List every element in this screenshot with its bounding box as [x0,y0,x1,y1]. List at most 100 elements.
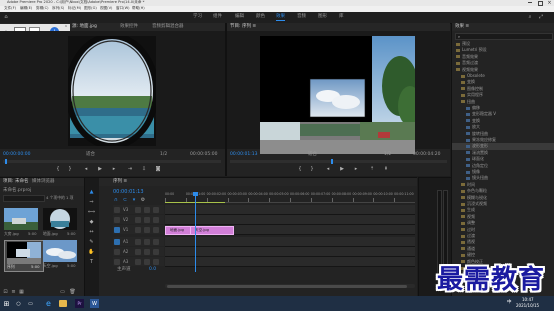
program-step-back-icon[interactable]: ◂ [325,166,331,172]
track-header[interactable]: A3 [113,257,164,266]
menu-edit[interactable]: 编辑(E) [20,6,32,11]
pen-icon[interactable]: ✎ [88,238,95,245]
track-target-toggle[interactable] [114,226,120,233]
track-header[interactable]: A2 [113,247,164,256]
timeline-clip[interactable]: 天空.jpg [190,226,234,235]
program-play-icon[interactable]: ▶ [339,166,345,172]
program-mark-in-icon[interactable]: { [297,166,303,172]
sync-icon[interactable] [144,216,150,223]
menu-clip[interactable]: 剪辑(C) [36,6,49,11]
lock-icon[interactable] [135,216,141,223]
workspace-tab-color[interactable]: 颜色 [256,14,265,20]
mark-in-icon[interactable]: { [55,166,61,172]
program-playhead[interactable] [331,159,333,164]
source-ratio-select[interactable]: 1/2 [160,152,167,158]
mute-icon[interactable] [144,258,150,265]
track-lane[interactable] [165,237,415,247]
program-ratio-select[interactable]: 1/2 [384,152,391,158]
timeline-clip[interactable]: 地面.jpg [165,226,192,235]
source-timecode-left[interactable]: 00:00:00:00 [3,152,30,158]
program-timecode-left[interactable]: 00:00:01:13 [230,152,257,158]
timeline-playhead[interactable] [195,192,196,272]
tab-media-browser[interactable]: 媒体浏览器 [32,179,55,185]
ime-indicator[interactable]: 中 [507,300,512,306]
menu-sequence[interactable]: 序列(S) [52,6,64,11]
list-view-icon[interactable]: ≡ [11,289,16,295]
project-item[interactable]: 地面.jpg 5:00 [43,208,77,238]
workspace-tab-libraries[interactable]: 库 [339,14,344,20]
track-header[interactable]: A1 [113,237,164,246]
source-scrubber[interactable] [3,160,221,163]
mark-out-icon[interactable]: } [67,166,73,172]
sync-icon[interactable] [144,206,150,213]
lock-icon[interactable] [135,258,141,265]
lock-icon[interactable] [135,238,141,245]
project-item[interactable]: 大房.jpg 5:00 [4,208,38,238]
program-fit-select[interactable]: 适合 [308,152,317,158]
timeline-scroll-thumb[interactable] [167,284,407,288]
track-header[interactable]: V3 [113,205,164,214]
track-target-toggle[interactable] [114,206,120,213]
insert-icon[interactable]: ⇥ [127,166,133,172]
workspace-tab-assembly[interactable]: 组件 [213,14,222,20]
track-lane[interactable] [165,205,415,215]
premiere-icon[interactable]: Pr [75,299,84,308]
lock-icon[interactable]: ⊡ [3,289,8,295]
program-scrubber[interactable] [230,160,447,163]
mute-icon[interactable] [144,248,150,255]
clock-time[interactable]: 10:47 [522,298,534,302]
track-target-toggle[interactable] [114,216,120,223]
slip-icon[interactable]: ↔ [88,228,95,235]
menu-file[interactable]: 文件(F) [4,6,16,11]
type-icon[interactable]: T [88,258,95,265]
timeline-settings-icon[interactable]: ⚙ [140,197,146,203]
mute-icon[interactable] [144,238,150,245]
menu-view[interactable]: 视图(V) [100,6,112,11]
overwrite-icon[interactable]: ⇩ [141,166,147,172]
timeline-playhead-head[interactable] [193,192,198,196]
solo-icon[interactable] [153,238,159,245]
hand-icon[interactable]: ✋ [88,248,95,255]
timeline-scrollbar[interactable] [165,284,415,288]
search-taskbar-icon[interactable]: ○ [15,300,22,307]
track-header[interactable]: V2 [113,215,164,224]
tab-program[interactable]: 节目: 序列 ≡ [230,24,256,30]
sync-icon[interactable] [144,226,150,233]
track-target-toggle[interactable] [114,248,120,255]
expand-icon[interactable]: ⤢ [538,14,544,20]
tab-source[interactable]: 源: 地面.jpg [72,24,97,30]
project-item-selected[interactable]: 序列 5:00 [4,240,44,272]
windows-start-icon[interactable]: ⊞ [3,300,10,308]
lock-icon[interactable] [135,248,141,255]
tab-sequence[interactable]: 序列 ≡ [113,179,127,185]
source-playhead[interactable] [5,159,7,164]
track-target-toggle[interactable] [114,238,120,245]
icon-view-icon[interactable]: ▦ [19,289,24,295]
workspace-tab-effects[interactable]: 效果 [276,14,285,21]
menu-help[interactable]: 帮助(H) [132,6,145,11]
menu-graphics[interactable]: 图形(G) [84,6,97,11]
workspace-tab-graphics[interactable]: 图形 [318,14,327,20]
workspace-tab-learn[interactable]: 学习 [193,14,202,20]
menu-marker[interactable]: 标记(M) [68,6,81,11]
project-search[interactable] [3,195,45,202]
master-value[interactable]: 0.0 [149,267,156,273]
razor-icon[interactable]: ◆ [88,218,95,225]
eye-icon[interactable] [153,226,159,233]
track-header[interactable]: V1 [113,225,164,234]
home-icon[interactable]: ⌂ [3,14,9,20]
tab-project[interactable]: 项目: 未命名 [3,179,28,185]
source-fit-select[interactable]: 适合 [86,152,95,158]
program-mark-out-icon[interactable]: } [309,166,315,172]
effects-title[interactable]: 效果 ≡ [455,24,469,30]
eye-icon[interactable] [153,216,159,223]
workspace-tab-editing[interactable]: 编辑 [235,14,244,20]
search-icon[interactable]: ⌕ [527,14,533,20]
selection-tool-icon[interactable]: ▲ [88,188,95,195]
extract-icon[interactable]: ⇞ [383,166,389,172]
project-item[interactable]: 天空.jpg 5:00 [43,240,77,270]
tab-effect-controls[interactable]: 效果控件 [120,24,138,30]
new-item-icon[interactable]: ▭ [60,289,65,295]
ripple-edit-icon[interactable]: ⟺ [88,208,95,215]
tab-audio-mixer[interactable]: 音频剪辑混合器 [152,24,184,30]
